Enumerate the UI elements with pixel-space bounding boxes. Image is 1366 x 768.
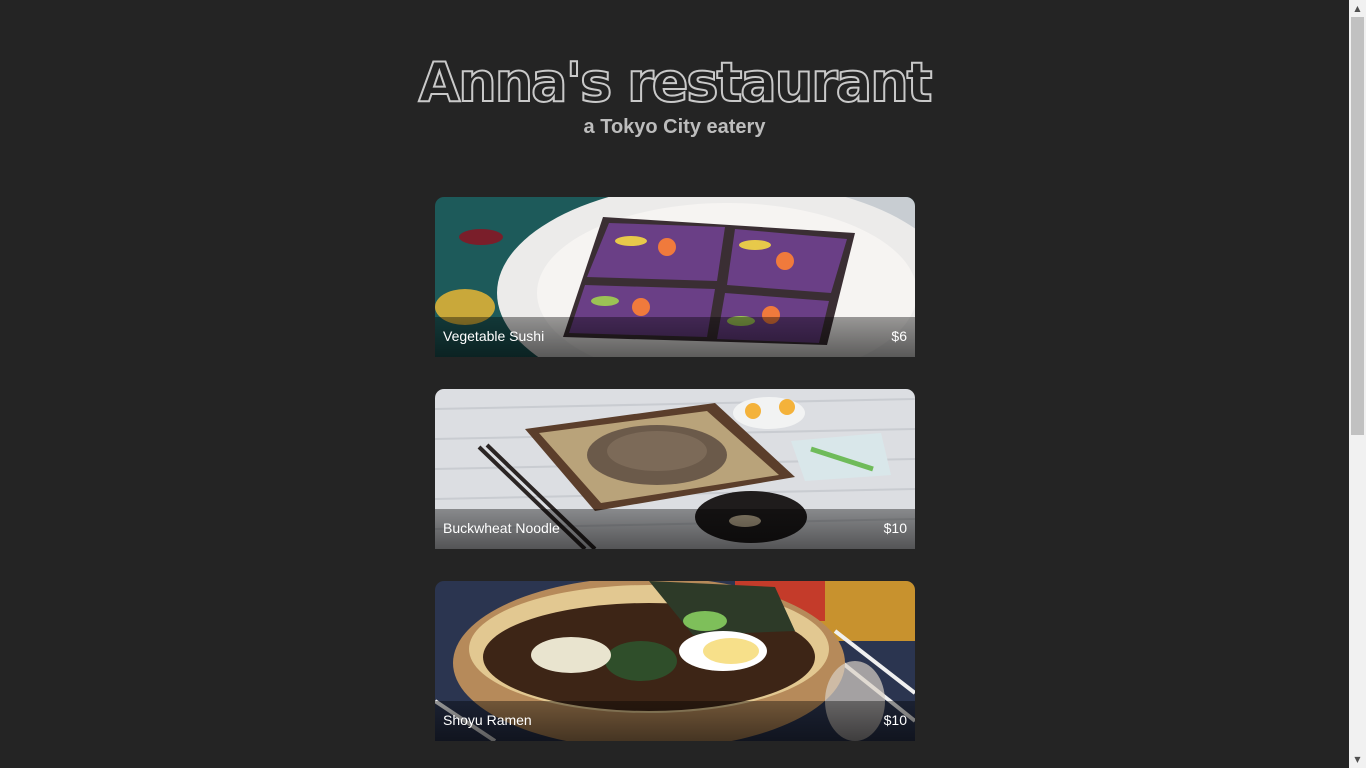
menu-item-price: $10 xyxy=(883,520,907,536)
arrow-up-icon[interactable]: ▲ xyxy=(1349,0,1366,17)
site-header: Anna's restaurant a Tokyo City eatery xyxy=(0,51,1349,139)
restaurant-subtitle: a Tokyo City eatery xyxy=(583,116,766,138)
menu-card-buckwheat-noodle[interactable]: Buckwheat Noodle $10 xyxy=(435,389,915,549)
scrollbar-thumb[interactable] xyxy=(1351,17,1364,435)
menu-list: Vegetable Sushi $6 Buckwheat Noodle $10 … xyxy=(435,197,915,768)
menu-item-name: Buckwheat Noodle xyxy=(443,520,560,536)
menu-item-price: $6 xyxy=(891,328,907,344)
menu-item-name: Shoyu Ramen xyxy=(443,712,532,728)
menu-card-vegetable-sushi[interactable]: Vegetable Sushi $6 xyxy=(435,197,915,357)
menu-item-name: Vegetable Sushi xyxy=(443,328,545,344)
arrow-down-icon[interactable]: ▼ xyxy=(1349,751,1366,768)
menu-card-shoyu-ramen[interactable]: Shoyu Ramen $10 xyxy=(435,581,915,741)
menu-item-price: $10 xyxy=(883,712,907,728)
restaurant-title: Anna's restaurant xyxy=(417,51,933,115)
page-viewport: Anna's restaurant a Tokyo City eatery Ve… xyxy=(0,0,1349,768)
vertical-scrollbar[interactable]: ▲ ▼ xyxy=(1349,0,1366,768)
